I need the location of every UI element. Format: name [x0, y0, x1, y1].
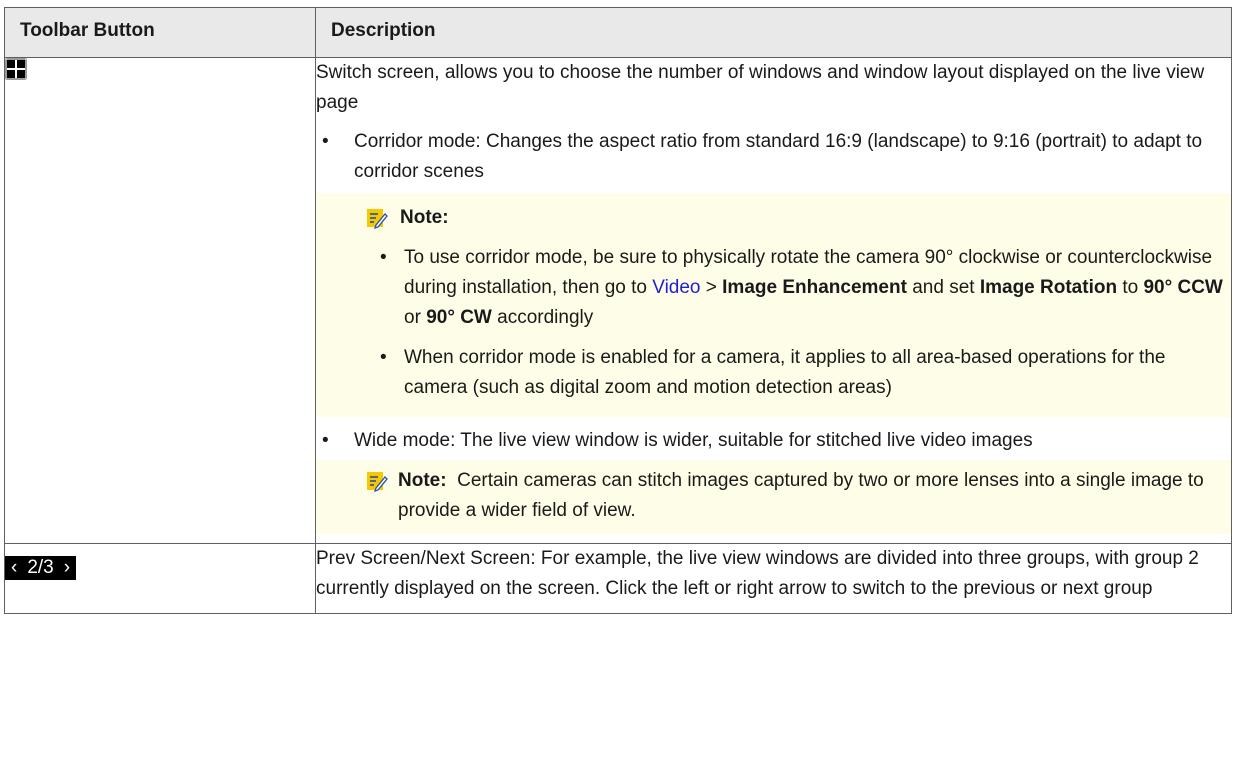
corridor-note: Note: To use corridor mode, be sure to p…: [316, 193, 1231, 417]
note-label: Note:: [398, 470, 447, 491]
prev-next-screen-pager: ‹ 2/3 ›: [5, 556, 77, 580]
note-list: To use corridor mode, be sure to physica…: [366, 243, 1223, 403]
image-rotation-label: Image Rotation: [979, 277, 1118, 298]
corridor-mode-text: Corridor mode: Changes the aspect ratio …: [354, 131, 1203, 182]
note-text: or: [404, 307, 427, 328]
mode-list: Corridor mode: Changes the aspect ratio …: [316, 127, 1231, 534]
switch-screen-intro: Switch screen, allows you to choose the …: [316, 62, 1205, 113]
note-text: to: [1117, 277, 1144, 298]
note-body: Note: Certain cameras can stitch images …: [398, 466, 1223, 526]
list-item: When corridor mode is enabled for a came…: [366, 343, 1223, 403]
list-item: Wide mode: The live view window is wider…: [316, 426, 1231, 534]
wide-note: Note: Certain cameras can stitch images …: [316, 460, 1231, 534]
description-cell: Switch screen, allows you to choose the …: [315, 57, 1232, 544]
note-text: accordingly: [491, 307, 594, 328]
note-pencil-icon: [367, 472, 388, 492]
ccw-label: 90° CCW: [1143, 277, 1223, 298]
list-item: To use corridor mode, be sure to physica…: [366, 243, 1223, 333]
table-row: ‹ 2/3 › Prev Screen/Next Screen: For exa…: [4, 543, 1232, 614]
header-toolbar-button: Toolbar Button: [4, 7, 316, 58]
list-item: Corridor mode: Changes the aspect ratio …: [316, 127, 1231, 417]
video-link[interactable]: Video: [652, 277, 700, 298]
switch-screen-grid-icon: [5, 58, 27, 80]
note-label: Note:: [400, 207, 449, 228]
wide-mode-text: Wide mode: The live view window is wider…: [354, 430, 1033, 451]
note-pencil-icon: [367, 209, 388, 229]
table-row: Switch screen, allows you to choose the …: [4, 57, 1232, 544]
image-enhancement-label: Image Enhancement: [722, 277, 907, 298]
next-arrow-icon[interactable]: ›: [64, 557, 70, 579]
prev-arrow-icon[interactable]: ‹: [11, 557, 17, 579]
header-description: Description: [315, 7, 1232, 58]
table-header-row: Toolbar Button Description: [4, 7, 1232, 58]
toolbar-button-table: Toolbar Button Description Switch screen…: [4, 7, 1232, 614]
note-text: and set: [906, 277, 980, 298]
description-cell: Prev Screen/Next Screen: For example, th…: [315, 543, 1232, 614]
note-text: Certain cameras can stitch images captur…: [398, 470, 1210, 521]
prev-next-description: Prev Screen/Next Screen: For example, th…: [316, 548, 1199, 599]
cw-label: 90° CW: [426, 307, 492, 328]
pager-label: 2/3: [27, 557, 54, 578]
note-heading: Note:: [366, 203, 1223, 233]
icon-cell: ‹ 2/3 ›: [4, 543, 316, 614]
icon-cell: [4, 57, 316, 544]
note-text: >: [700, 277, 723, 298]
